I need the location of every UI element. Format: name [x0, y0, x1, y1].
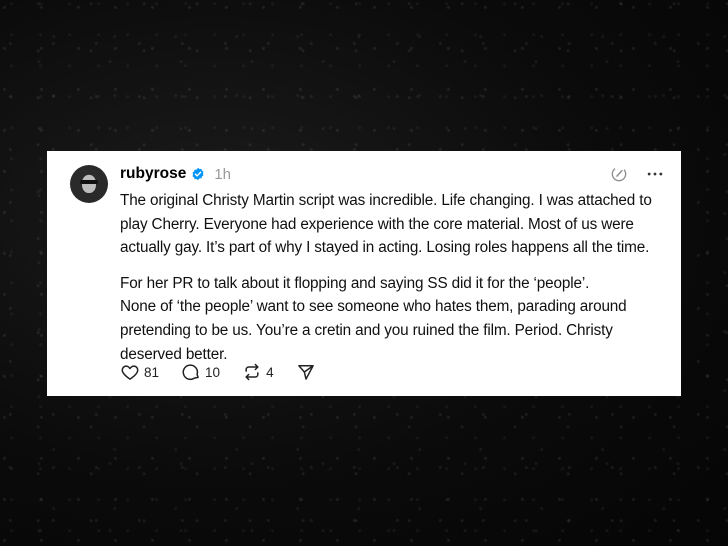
like-count: 81 — [144, 364, 160, 380]
verified-badge-icon — [191, 167, 205, 181]
more-options-icon[interactable] — [645, 164, 665, 184]
post-body: The original Christy Martin script was i… — [120, 189, 665, 366]
like-button[interactable]: 81 — [120, 362, 159, 382]
engagement-bar: 81 10 4 — [120, 361, 338, 383]
avatar-glasses — [80, 180, 98, 184]
heart-icon — [120, 362, 140, 382]
post-top-actions — [609, 164, 665, 184]
post-paragraph: For her PR to talk about it flopping and… — [120, 274, 627, 363]
post-paragraph: The original Christy Martin script was i… — [120, 192, 652, 257]
avatar[interactable] — [70, 165, 108, 203]
reply-count: 10 — [205, 364, 221, 380]
username[interactable]: rubyrose — [120, 165, 186, 183]
avatar-face — [82, 175, 96, 193]
post-timestamp: 1h — [214, 165, 232, 183]
send-icon — [296, 362, 316, 382]
reply-button[interactable]: 10 — [181, 362, 220, 382]
post-header: rubyrose 1h — [120, 164, 231, 184]
repost-button[interactable]: 4 — [242, 362, 274, 382]
repost-count: 4 — [266, 364, 274, 380]
comment-icon — [181, 362, 201, 382]
share-button[interactable] — [296, 362, 316, 382]
post-card: rubyrose 1h The original Christy Martin … — [47, 151, 681, 396]
repost-icon — [242, 362, 262, 382]
edit-indicator-icon[interactable] — [609, 164, 629, 184]
